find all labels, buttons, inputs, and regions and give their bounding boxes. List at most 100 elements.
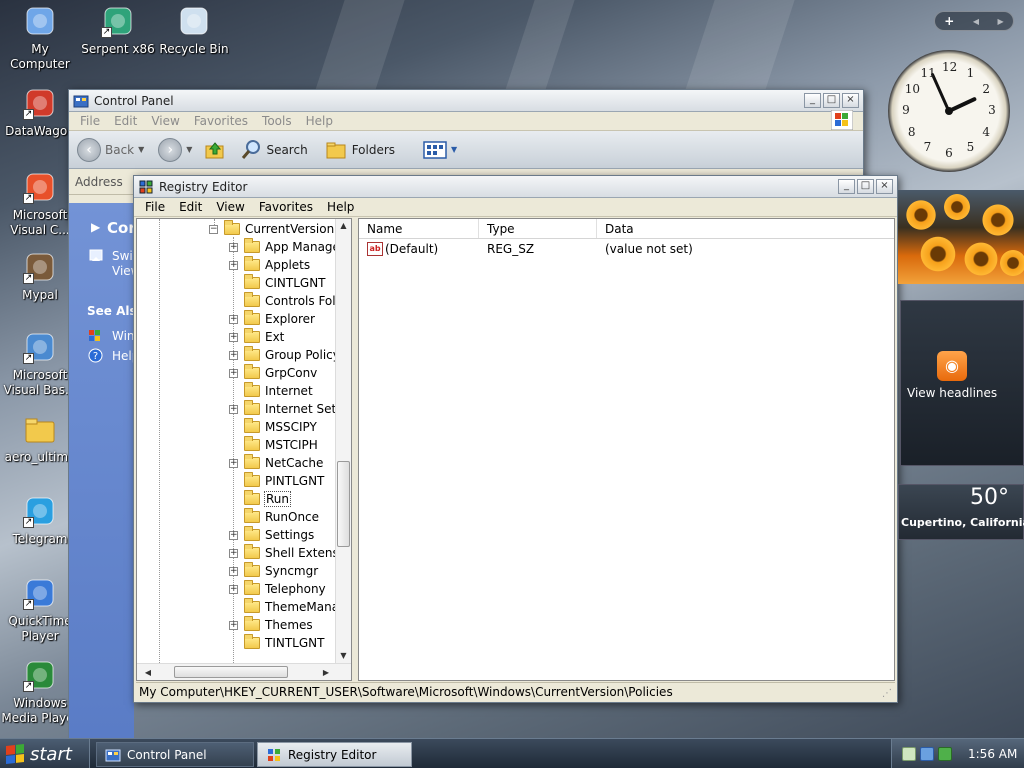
expand-icon[interactable]: + [229, 620, 238, 630]
back-button[interactable]: ‹ Back ▼ [77, 137, 144, 162]
expand-icon[interactable]: + [229, 368, 238, 378]
menu-help[interactable]: Help [320, 200, 361, 214]
tray-clock[interactable]: 1:56 AM [968, 747, 1017, 761]
column-header-name[interactable]: Name [359, 219, 479, 238]
resize-grip-icon[interactable]: ⋰ [882, 688, 892, 699]
add-gadget-icon[interactable]: + [944, 14, 954, 28]
close-button[interactable]: × [842, 93, 859, 108]
column-header-data[interactable]: Data [597, 219, 887, 238]
taskbar-registry-editor[interactable]: Registry Editor [257, 742, 412, 767]
menu-view[interactable]: View [144, 114, 186, 128]
switch-view-link[interactable]: Swit [112, 249, 134, 263]
registry-editor-titlebar[interactable]: Registry Editor _ □ × [134, 176, 897, 198]
tree-item[interactable]: CINTLGNT [229, 274, 327, 292]
expand-icon[interactable]: + [229, 260, 238, 270]
tree-horizontal-scrollbar[interactable]: ◀ ▶ [137, 663, 351, 680]
tree-item[interactable]: + Ext [229, 328, 285, 346]
scroll-up-arrow[interactable]: ▲ [336, 219, 351, 233]
switch-view-link-line2[interactable]: View [112, 264, 134, 278]
expand-icon[interactable]: + [229, 458, 238, 468]
list-item[interactable]: ab (Default) REG_SZ (value not set) [359, 239, 894, 259]
expand-icon[interactable]: + [229, 548, 238, 558]
clock-gadget[interactable]: 12 1 2 3 4 5 6 7 8 9 10 11 [888, 50, 1010, 172]
menu-file[interactable]: File [73, 114, 107, 128]
scroll-down-arrow[interactable]: ▼ [336, 649, 351, 663]
tree-item[interactable]: PINTLGNT [229, 472, 325, 490]
search-button[interactable]: Search [240, 139, 308, 161]
expand-icon[interactable]: + [229, 314, 238, 324]
expand-icon[interactable]: + [229, 332, 238, 342]
tree-item[interactable]: + Shell Extensic [229, 544, 350, 562]
tree-item[interactable]: + Telephony [229, 580, 327, 598]
menu-view[interactable]: View [209, 200, 251, 214]
tree-item[interactable]: + NetCache [229, 454, 324, 472]
maximize-button[interactable]: □ [823, 93, 840, 108]
collapse-icon[interactable]: − [209, 224, 218, 234]
desktop-icon[interactable]: Recycle Bin [154, 4, 234, 57]
security-icon[interactable] [938, 747, 952, 761]
tree-item[interactable]: + Group Policy [229, 346, 341, 364]
tree-item[interactable]: MSTCIPH [229, 436, 319, 454]
tree-item[interactable]: Internet [229, 382, 314, 400]
minimize-button[interactable]: _ [804, 93, 821, 108]
network-icon[interactable] [902, 747, 916, 761]
menu-file[interactable]: File [138, 200, 172, 214]
previous-icon[interactable]: ◀ [973, 17, 979, 26]
tree-item[interactable]: + Settings [229, 526, 315, 544]
expand-icon[interactable]: + [229, 350, 238, 360]
forward-button[interactable]: › ▼ [158, 137, 192, 162]
monitor-icon[interactable] [920, 747, 934, 761]
registry-editor-window[interactable]: Registry Editor _ □ × File Edit View Fav… [133, 175, 898, 703]
expand-icon[interactable]: + [229, 404, 238, 414]
folders-button[interactable]: Folders [326, 140, 395, 160]
help-link[interactable]: Help [112, 349, 134, 363]
expand-icon[interactable]: + [229, 566, 238, 576]
menu-help[interactable]: Help [299, 114, 340, 128]
desktop-icon[interactable]: My Computer [0, 4, 80, 72]
expand-icon[interactable]: + [229, 530, 238, 540]
menu-favorites[interactable]: Favorites [252, 200, 320, 214]
view-headlines-link[interactable]: View headlines [907, 386, 997, 400]
tree-item[interactable]: + Themes [229, 616, 314, 634]
column-header-type[interactable]: Type [479, 219, 597, 238]
tree-vertical-scrollbar[interactable]: ▲ ▼ [335, 219, 351, 665]
scroll-thumb[interactable] [337, 461, 350, 547]
menu-tools[interactable]: Tools [255, 114, 299, 128]
tree-item[interactable]: + Explorer [229, 310, 316, 328]
registry-values-list[interactable]: Name Type Data ab (Default) REG_SZ (value n… [358, 218, 895, 681]
start-button[interactable]: start [0, 739, 90, 768]
expand-icon[interactable]: + [229, 584, 238, 594]
taskbar-control-panel[interactable]: Control Panel [96, 742, 254, 767]
weather-gadget[interactable]: 50° Cupertino, California [898, 484, 1024, 540]
tree-item[interactable]: RunOnce [229, 508, 320, 526]
control-panel-titlebar[interactable]: Control Panel _ □ × [69, 90, 863, 112]
windows-update-link[interactable]: Win [112, 329, 134, 343]
tree-item[interactable]: + Syncmgr [229, 562, 319, 580]
scroll-thumb[interactable] [174, 666, 288, 678]
next-icon[interactable]: ▶ [998, 17, 1004, 26]
scroll-right-arrow[interactable]: ▶ [319, 664, 333, 680]
tree-item[interactable]: TINTLGNT [229, 634, 325, 652]
expand-icon[interactable]: + [229, 242, 238, 252]
menu-favorites[interactable]: Favorites [187, 114, 255, 128]
slideshow-gadget[interactable] [898, 190, 1024, 284]
desktop-icon[interactable]: ↗ Serpent x86 [78, 4, 158, 57]
minimize-button[interactable]: _ [838, 179, 855, 194]
registry-key-tree[interactable]: − CurrentVersion + App Manage + Applets CINT… [136, 218, 352, 681]
close-button[interactable]: × [876, 179, 893, 194]
tree-item-root[interactable]: − CurrentVersion [209, 220, 335, 238]
scroll-left-arrow[interactable]: ◀ [141, 664, 155, 680]
tree-item[interactable]: + Applets [229, 256, 311, 274]
up-button[interactable] [204, 139, 226, 161]
tree-item[interactable]: Controls Folc [229, 292, 343, 310]
tree-item[interactable]: MSSCIPY [229, 418, 318, 436]
tree-item[interactable]: Run [229, 490, 292, 508]
feed-headlines-gadget[interactable]: ◉ View headlines [900, 300, 1024, 466]
maximize-button[interactable]: □ [857, 179, 874, 194]
menu-edit[interactable]: Edit [107, 114, 144, 128]
tree-item[interactable]: ThemeManaç [229, 598, 347, 616]
tree-item[interactable]: + App Manage [229, 238, 341, 256]
menu-edit[interactable]: Edit [172, 200, 209, 214]
tree-item[interactable]: + Internet Settii [229, 400, 349, 418]
views-button[interactable]: ▼ [423, 140, 457, 160]
